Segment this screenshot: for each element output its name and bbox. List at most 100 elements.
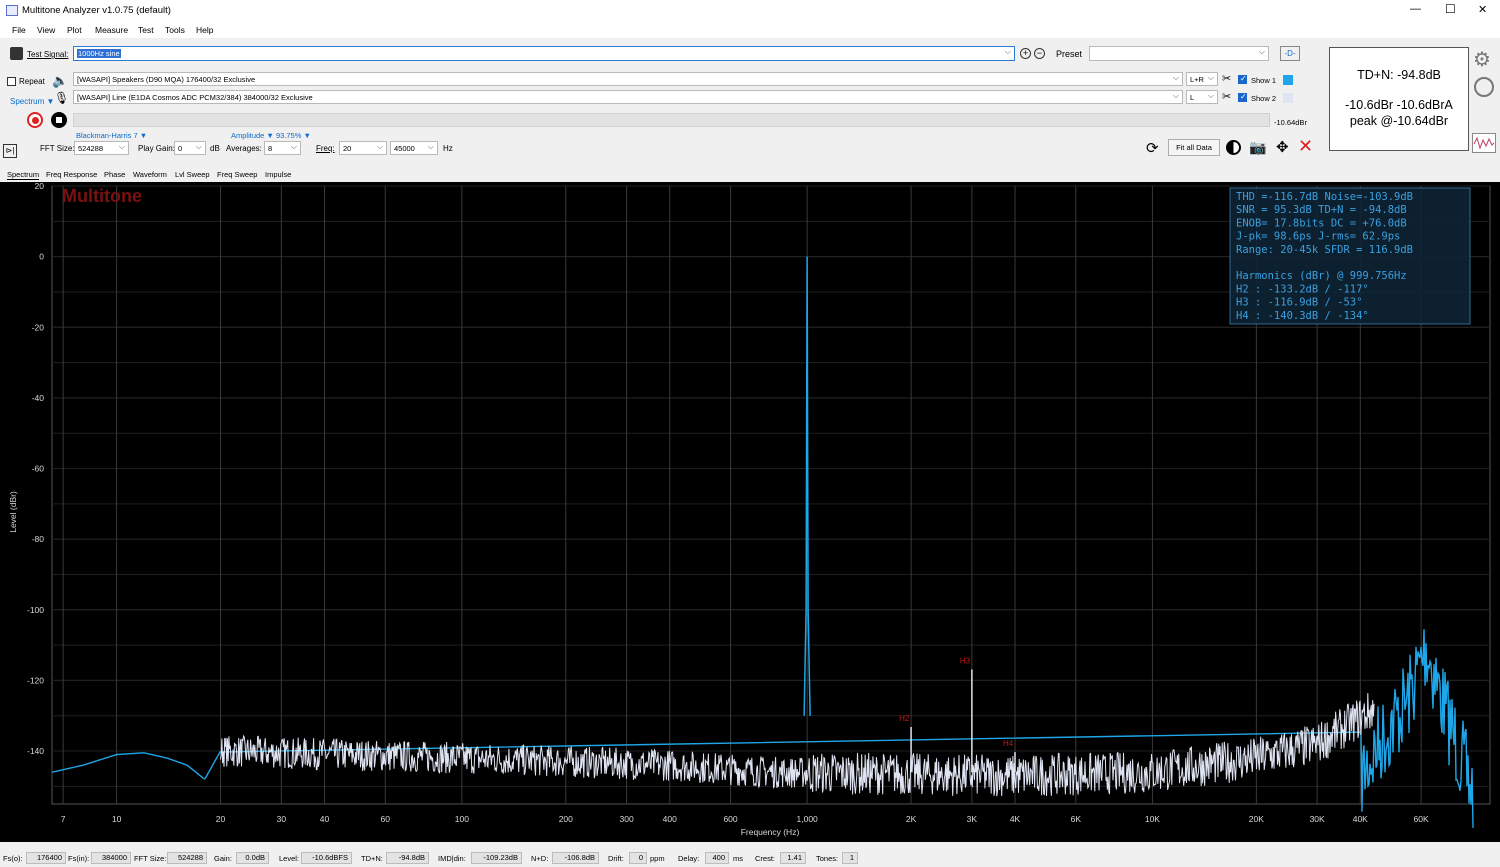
stats-line: J-pk= 98.6ps J-rms= 62.9ps bbox=[1236, 231, 1400, 243]
spectrum-plot[interactable]: Multitone 20 0 -20 -40 -60 -80 -100 -120 -140 7 10… bbox=[0, 181, 1500, 842]
fft-size-select[interactable]: 524288 bbox=[74, 141, 129, 155]
minimize-button[interactable]: — bbox=[1410, 3, 1421, 15]
freq-to-select[interactable]: 45000 bbox=[390, 141, 438, 155]
preset-select[interactable] bbox=[1089, 46, 1269, 61]
x-tick-label: 300 bbox=[620, 814, 634, 824]
plot-watermark: Multitone bbox=[62, 186, 142, 206]
menu-bar: File View Plot Measure Test Tools Help bbox=[0, 22, 1500, 38]
menu-plot[interactable]: Plot bbox=[67, 25, 82, 35]
x-tick-label: 1,000 bbox=[797, 814, 819, 824]
remove-signal-icon[interactable]: − bbox=[1034, 48, 1045, 59]
tdn-summary-panel: TD+N: -94.8dB -10.6dBr -10.6dBrA peak @-… bbox=[1329, 47, 1469, 151]
spectrum-chart[interactable]: Multitone 200-20-40-60-80-100-120-1407 10… bbox=[0, 181, 1500, 842]
test-signal-label[interactable]: Test Signal: bbox=[27, 50, 68, 59]
menu-measure[interactable]: Measure bbox=[95, 25, 128, 35]
test-signal-input[interactable]: 1000Hz sine bbox=[73, 46, 1015, 61]
x-tick-label: 6K bbox=[1071, 814, 1082, 824]
maximize-button[interactable]: ☐ bbox=[1445, 2, 1456, 16]
stop-button[interactable] bbox=[51, 112, 67, 128]
menu-test[interactable]: Test bbox=[138, 25, 154, 35]
y-tick-label: 0 bbox=[39, 252, 44, 262]
averages-label: Averages: bbox=[226, 144, 262, 153]
menu-file[interactable]: File bbox=[12, 25, 26, 35]
show1-color-swatch[interactable] bbox=[1283, 75, 1293, 85]
harmonic-label-h4: H4 bbox=[1003, 739, 1014, 748]
preset-apply-icon[interactable]: -D- bbox=[1280, 46, 1300, 61]
add-signal-icon[interactable]: + bbox=[1020, 48, 1031, 59]
record-button[interactable] bbox=[27, 112, 43, 128]
tools-icon-1[interactable]: ✂ bbox=[1222, 72, 1231, 85]
x-tick-label: 60K bbox=[1414, 814, 1429, 824]
amplitude-dropdown[interactable]: Amplitude ▼ 93.75% ▼ bbox=[231, 131, 311, 140]
stats-line: Harmonics (dBr) @ 999.756Hz bbox=[1236, 270, 1407, 282]
repeat-checkbox[interactable] bbox=[7, 77, 16, 86]
harmonic-label-h3: H3 bbox=[960, 656, 971, 665]
output-channel-select[interactable]: L+R bbox=[1186, 72, 1218, 86]
stop-icon bbox=[56, 117, 62, 123]
output-device-select[interactable]: [WASAPI] Speakers (D90 MQA) 176400/32 Ex… bbox=[73, 72, 1183, 86]
tab-impulse[interactable]: Impulse bbox=[265, 170, 291, 179]
x-tick-label: 40K bbox=[1353, 814, 1368, 824]
tab-lvl-sweep[interactable]: Lvl Sweep bbox=[175, 170, 210, 179]
status-delay-label: Delay: bbox=[678, 854, 700, 863]
status-level-label: Level: bbox=[279, 854, 300, 863]
y-tick-label: -40 bbox=[32, 393, 45, 403]
sidebar-toggle-icon[interactable]: ⊳| bbox=[3, 144, 17, 158]
refresh-icon[interactable]: ⟳ bbox=[1146, 139, 1159, 157]
freq-from-select[interactable]: 20 bbox=[339, 141, 387, 155]
show2-checkbox[interactable] bbox=[1238, 92, 1247, 102]
stats-line: SNR = 95.3dB TD+N = -94.8dB bbox=[1236, 204, 1407, 216]
play-gain-input[interactable]: 0 bbox=[174, 141, 206, 155]
contrast-icon[interactable] bbox=[1226, 140, 1241, 155]
waveform-thumbnail-icon[interactable] bbox=[1472, 133, 1496, 153]
x-tick-label: 30K bbox=[1310, 814, 1325, 824]
x-tick-label: 10 bbox=[112, 814, 122, 824]
tab-waveform[interactable]: Waveform bbox=[133, 170, 167, 179]
show1-checkbox[interactable] bbox=[1238, 74, 1247, 84]
menu-view[interactable]: View bbox=[37, 25, 55, 35]
averages-select[interactable]: 8 bbox=[264, 141, 301, 155]
move-icon[interactable]: ✥ bbox=[1276, 138, 1289, 156]
menu-tools[interactable]: Tools bbox=[165, 25, 185, 35]
input-device-select[interactable]: [WASAPI] Line (E1DA Cosmos ADC PCM32/384… bbox=[73, 90, 1183, 104]
freq-label: Freq: bbox=[316, 144, 335, 153]
status-crest-label: Crest: bbox=[755, 854, 776, 863]
show2-color-swatch[interactable] bbox=[1283, 93, 1293, 103]
speaker-icon[interactable]: 🔈 bbox=[52, 73, 68, 89]
x-tick-label: 60 bbox=[381, 814, 391, 824]
fit-all-data-button[interactable]: Fit all Data bbox=[1168, 139, 1220, 156]
test-signal-icon[interactable] bbox=[10, 47, 23, 60]
status-drift-label: Drift: bbox=[608, 854, 624, 863]
settings-icon[interactable]: ⚙ bbox=[1473, 47, 1491, 72]
status-delay-value: 400 bbox=[705, 852, 729, 864]
peak-value: peak @-10.64dBr bbox=[1349, 114, 1449, 128]
level-meter-value: -10.64dBr bbox=[1274, 118, 1307, 127]
x-axis-label: Frequency (Hz) bbox=[741, 827, 800, 837]
status-fs-out-value: 176400 bbox=[26, 852, 66, 864]
status-fft-value: 524288 bbox=[167, 852, 207, 864]
x-tick-label: 400 bbox=[663, 814, 677, 824]
status-fs-in-value: 384000 bbox=[91, 852, 131, 864]
clear-icon[interactable]: ✕ bbox=[1298, 136, 1313, 157]
tools-icon-2[interactable]: ✂ bbox=[1222, 90, 1231, 103]
close-button[interactable]: ✕ bbox=[1478, 3, 1487, 16]
spectrum-mode-dropdown[interactable]: Spectrum ▼ bbox=[10, 97, 54, 106]
tab-freq-sweep[interactable]: Freq Sweep bbox=[217, 170, 257, 179]
play-gain-label: Play Gain: bbox=[138, 144, 175, 153]
stats-line: H2 : -133.2dB / -117° bbox=[1236, 283, 1369, 295]
x-tick-label: 600 bbox=[723, 814, 737, 824]
x-tick-label: 10K bbox=[1145, 814, 1160, 824]
camera-icon[interactable]: 📷 bbox=[1249, 139, 1266, 156]
title-bar: Multitone Analyzer v1.0.75 (default) — ☐… bbox=[0, 0, 1500, 22]
input-channel-select[interactable]: L bbox=[1186, 90, 1218, 104]
tab-phase[interactable]: Phase bbox=[104, 170, 125, 179]
tab-freq-response[interactable]: Freq Response bbox=[46, 170, 97, 179]
tab-spectrum[interactable]: Spectrum bbox=[7, 170, 40, 180]
window-function-dropdown[interactable]: Blackman-Harris 7 ▼ bbox=[76, 131, 147, 140]
history-icon[interactable] bbox=[1474, 77, 1494, 97]
status-tones-value: 1 bbox=[842, 852, 858, 864]
microphone-icon[interactable]: 🎙 bbox=[54, 91, 69, 105]
status-gain-value: 0.0dB bbox=[236, 852, 269, 864]
menu-help[interactable]: Help bbox=[196, 25, 213, 35]
x-tick-label: 7 bbox=[61, 814, 66, 824]
